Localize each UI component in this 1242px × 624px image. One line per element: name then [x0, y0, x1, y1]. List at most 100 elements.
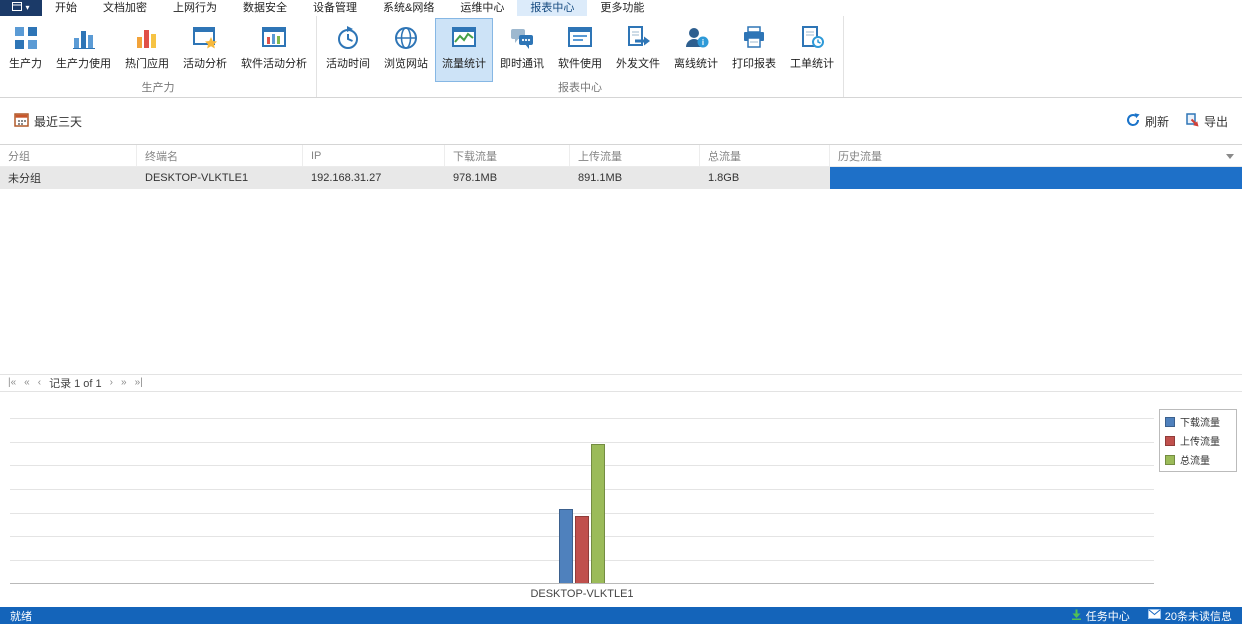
globe-icon [393, 24, 419, 52]
chart-category-label: DESKTOP-VLKTLE1 [10, 588, 1154, 600]
refresh-icon [1126, 113, 1140, 130]
legend-item: 上传流量 [1165, 433, 1231, 448]
ticket-clock-icon [799, 24, 825, 52]
prev-page-icon[interactable]: ‹ [38, 378, 41, 388]
tab-ops-center[interactable]: 运维中心 [447, 0, 517, 16]
ribbon-button-label: 热门应用 [125, 55, 169, 71]
ribbon-button-label: 工单统计 [790, 55, 834, 71]
tab-data-security[interactable]: 数据安全 [230, 0, 300, 16]
chat-icon [509, 24, 535, 52]
ribbon-group-productivity: 生产力 生产力使用 热门应用 活动分析 软件活动分析 生产力 [0, 16, 317, 97]
export-label: 导出 [1204, 113, 1228, 130]
column-header-download[interactable]: 下载流量 [445, 145, 570, 166]
column-header-terminal[interactable]: 终端名 [137, 145, 303, 166]
chart-gridline [10, 418, 1154, 419]
status-bar: 就绪 任务中心 20条未读信息 [0, 607, 1242, 624]
chart-gridline [10, 442, 1154, 443]
ribbon-group-label: 报表中心 [319, 82, 841, 96]
btn-hot-apps[interactable]: 热门应用 [118, 18, 176, 82]
legend-label: 下载流量 [1180, 414, 1220, 429]
next-page-icon[interactable]: › [110, 378, 113, 388]
cell-upload: 891.1MB [570, 167, 700, 189]
cell-terminal: DESKTOP-VLKTLE1 [137, 167, 303, 189]
app-menu-button[interactable]: ▾ [0, 0, 42, 16]
export-icon [1185, 113, 1199, 130]
btn-productivity[interactable]: 生产力 [2, 18, 49, 82]
tab-system-network[interactable]: 系统&网络 [370, 0, 447, 16]
total-bar [591, 444, 605, 583]
ribbon-button-label: 离线统计 [674, 55, 718, 71]
ribbon-button-label: 外发文件 [616, 55, 660, 71]
tab-internet-behavior[interactable]: 上网行为 [160, 0, 230, 16]
software-activity-icon [261, 24, 287, 52]
btn-print-reports[interactable]: 打印报表 [725, 18, 783, 82]
total-legend-swatch [1165, 455, 1175, 465]
record-count-label: 记录 1 of 1 [49, 375, 102, 391]
ribbon-button-label: 打印报表 [732, 55, 776, 71]
btn-activity-analysis[interactable]: 活动分析 [176, 18, 234, 82]
table-header: 分组 终端名 IP 下载流量 上传流量 总流量 历史流量 [0, 145, 1242, 167]
ribbon-group-label: 生产力 [2, 82, 314, 96]
column-header-group[interactable]: 分组 [0, 145, 137, 166]
offline-user-icon: i [683, 24, 709, 52]
btn-software-activity-analysis[interactable]: 软件活动分析 [234, 18, 314, 82]
fast-forward-icon[interactable]: » [121, 378, 127, 388]
ribbon-button-label: 软件使用 [558, 55, 602, 71]
cell-total: 1.8GB [700, 167, 830, 189]
last-page-icon[interactable]: »| [135, 378, 143, 388]
hot-apps-icon [134, 24, 160, 52]
legend-item: 总流量 [1165, 452, 1231, 467]
btn-traffic-stats[interactable]: 流量统计 [435, 18, 493, 82]
column-header-ip[interactable]: IP [303, 145, 445, 166]
export-button[interactable]: 导出 [1185, 113, 1228, 130]
usage-bars-icon [71, 24, 97, 52]
tab-start[interactable]: 开始 [42, 0, 90, 16]
refresh-button[interactable]: 刷新 [1126, 113, 1169, 130]
table-row[interactable]: 未分组 DESKTOP-VLKTLE1 192.168.31.27 978.1M… [0, 167, 1242, 189]
ribbon-tab-bar: ▾ 开始 文档加密 上网行为 数据安全 设备管理 系统&网络 运维中心 报表中心… [0, 0, 1242, 16]
cell-group: 未分组 [0, 167, 137, 189]
btn-ticket-stats[interactable]: 工单统计 [783, 18, 841, 82]
date-range-label: 最近三天 [34, 113, 82, 130]
ribbon-button-label: 浏览网站 [384, 55, 428, 71]
date-range-button[interactable]: 最近三天 [14, 112, 82, 130]
cell-download: 978.1MB [445, 167, 570, 189]
tab-device-management[interactable]: 设备管理 [300, 0, 370, 16]
first-page-icon[interactable]: |« [8, 378, 16, 388]
btn-software-usage[interactable]: 软件使用 [551, 18, 609, 82]
fast-back-icon[interactable]: « [24, 378, 30, 388]
column-header-history[interactable]: 历史流量 [830, 145, 1242, 166]
btn-browse-websites[interactable]: 浏览网站 [377, 18, 435, 82]
ribbon: 生产力 生产力使用 热门应用 活动分析 软件活动分析 生产力 [0, 16, 1242, 98]
column-filter-icon[interactable] [1226, 154, 1234, 159]
status-text: 就绪 [10, 608, 32, 624]
download-legend-swatch [1165, 417, 1175, 427]
unread-messages-button[interactable]: 20条未读信息 [1148, 608, 1232, 624]
ribbon-button-label: 活动时间 [326, 55, 370, 71]
btn-productivity-usage[interactable]: 生产力使用 [49, 18, 118, 82]
task-center-label: 任务中心 [1086, 608, 1130, 624]
software-window-icon [567, 24, 593, 52]
tab-report-center[interactable]: 报表中心 [517, 0, 587, 16]
column-header-upload[interactable]: 上传流量 [570, 145, 700, 166]
btn-outgoing-files[interactable]: 外发文件 [609, 18, 667, 82]
ribbon-button-label: 生产力使用 [56, 55, 111, 71]
btn-instant-messaging[interactable]: 即时通讯 [493, 18, 551, 82]
unread-messages-label: 20条未读信息 [1165, 608, 1232, 624]
legend-label: 总流量 [1180, 452, 1210, 467]
cell-ip: 192.168.31.27 [303, 167, 445, 189]
ribbon-empty-space [844, 16, 1242, 97]
pagination-bar: |« « ‹ 记录 1 of 1 › » »| [0, 374, 1242, 391]
btn-activity-time[interactable]: 活动时间 [319, 18, 377, 82]
task-center-button[interactable]: 任务中心 [1071, 608, 1130, 624]
traffic-pulse-icon [451, 24, 477, 52]
tab-more-features[interactable]: 更多功能 [587, 0, 657, 16]
tab-document-encryption[interactable]: 文档加密 [90, 0, 160, 16]
history-traffic-bar [830, 167, 1242, 189]
ribbon-button-label: 即时通讯 [500, 55, 544, 71]
column-header-total[interactable]: 总流量 [700, 145, 830, 166]
upload-legend-swatch [1165, 436, 1175, 446]
btn-offline-stats[interactable]: i 离线统计 [667, 18, 725, 82]
refresh-label: 刷新 [1145, 113, 1169, 130]
table-empty-area [0, 189, 1242, 374]
